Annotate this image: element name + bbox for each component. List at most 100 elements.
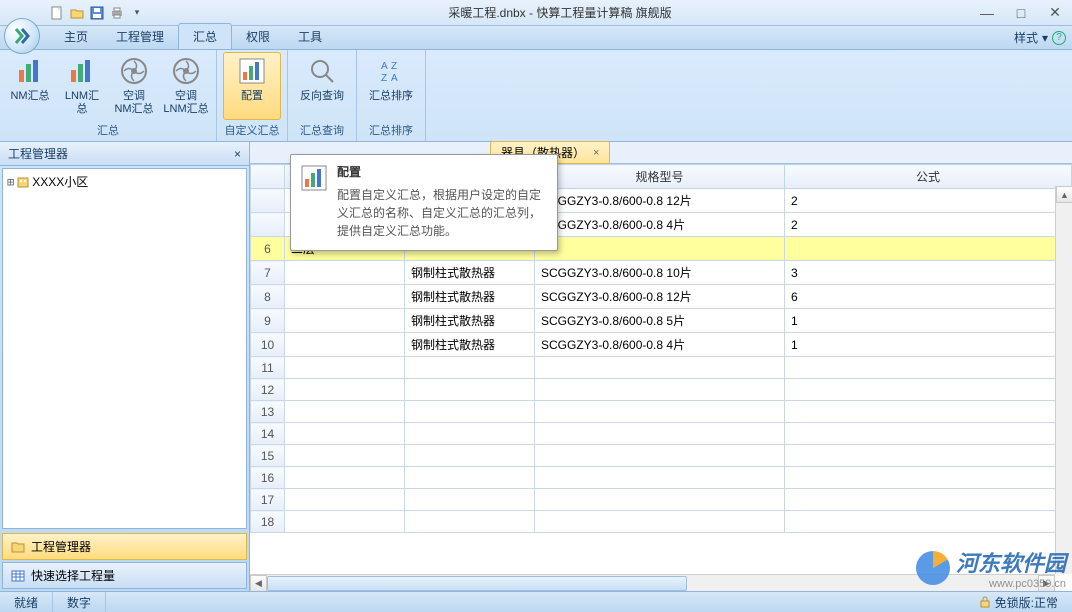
grid-cell[interactable]	[285, 333, 405, 357]
tab-project[interactable]: 工程管理	[102, 24, 178, 49]
grid-cell[interactable]	[535, 357, 785, 379]
minimize-button[interactable]: —	[970, 3, 1004, 23]
help-icon[interactable]: ?	[1052, 31, 1066, 45]
grid-cell[interactable]	[535, 467, 785, 489]
grid-cell[interactable]	[785, 357, 1072, 379]
grid-cell[interactable]: 钢制柱式散热器	[405, 261, 535, 285]
style-dropdown-icon[interactable]: ▾	[1042, 31, 1048, 45]
grid-cell[interactable]	[785, 511, 1072, 533]
grid-header-spec[interactable]: 规格型号	[535, 165, 785, 189]
grid-cell[interactable]	[405, 423, 535, 445]
grid-cell[interactable]	[285, 489, 405, 511]
grid-cell[interactable]	[785, 237, 1072, 261]
table-row[interactable]: 12	[251, 379, 1072, 401]
grid-cell[interactable]: 6	[785, 285, 1072, 309]
tab-project-manager[interactable]: 工程管理器	[2, 533, 247, 560]
grid-cell[interactable]	[285, 445, 405, 467]
grid-cell[interactable]	[405, 401, 535, 423]
save-icon[interactable]	[88, 4, 106, 22]
grid-cell[interactable]	[405, 467, 535, 489]
grid-cell[interactable]: SCGGZY3-0.8/600-0.8 12片	[535, 285, 785, 309]
table-row[interactable]: 15	[251, 445, 1072, 467]
grid-cell[interactable]	[405, 379, 535, 401]
panel-close-icon[interactable]: ×	[234, 147, 241, 161]
reverse-query-button[interactable]: 反向查询	[294, 52, 350, 120]
table-row[interactable]: 17	[251, 489, 1072, 511]
grid-cell[interactable]: 钢制柱式散热器	[405, 285, 535, 309]
lnm-summary-button[interactable]: LNM汇总	[58, 52, 106, 120]
grid-header-formula[interactable]: 公式	[785, 165, 1072, 189]
table-row[interactable]: 16	[251, 467, 1072, 489]
grid-cell[interactable]: 3	[785, 261, 1072, 285]
grid-cell[interactable]	[405, 357, 535, 379]
table-row[interactable]: 7钢制柱式散热器SCGGZY3-0.8/600-0.8 10片3	[251, 261, 1072, 285]
config-button[interactable]: 配置	[223, 52, 281, 120]
style-label[interactable]: 样式	[1014, 29, 1038, 46]
grid-cell[interactable]: 1	[785, 333, 1072, 357]
qat-dropdown-icon[interactable]: ▾	[128, 4, 146, 22]
grid-cell[interactable]	[785, 423, 1072, 445]
new-icon[interactable]	[48, 4, 66, 22]
grid-cell[interactable]	[285, 401, 405, 423]
ac-lnm-summary-button[interactable]: 空调 LNM汇总	[162, 52, 210, 120]
tab-home[interactable]: 主页	[50, 24, 102, 49]
table-row[interactable]: 8钢制柱式散热器SCGGZY3-0.8/600-0.8 12片6	[251, 285, 1072, 309]
table-row[interactable]: 10钢制柱式散热器SCGGZY3-0.8/600-0.8 4片1	[251, 333, 1072, 357]
grid-cell[interactable]: SCGGZY3-0.8/600-0.8 5片	[535, 309, 785, 333]
table-row[interactable]: 11	[251, 357, 1072, 379]
tab-tools[interactable]: 工具	[284, 24, 336, 49]
grid-cell[interactable]	[785, 467, 1072, 489]
project-tree[interactable]: ⊞ XXXX小区	[2, 168, 247, 529]
grid-cell[interactable]	[285, 467, 405, 489]
grid-cell[interactable]	[405, 489, 535, 511]
grid-cell[interactable]	[405, 511, 535, 533]
doctab-close-icon[interactable]: ×	[593, 147, 599, 159]
scroll-up-icon[interactable]: ▲	[1056, 186, 1072, 203]
grid-cell[interactable]: SCGGZY3-0.8/600-0.8 12片	[535, 189, 785, 213]
grid-cell[interactable]: 2	[785, 213, 1072, 237]
table-row[interactable]: 18	[251, 511, 1072, 533]
app-orb[interactable]	[4, 18, 40, 54]
grid-cell[interactable]	[285, 511, 405, 533]
grid-cell[interactable]	[535, 423, 785, 445]
maximize-button[interactable]: □	[1004, 3, 1038, 23]
grid-cell[interactable]: 钢制柱式散热器	[405, 333, 535, 357]
table-row[interactable]: 9钢制柱式散热器SCGGZY3-0.8/600-0.8 5片1	[251, 309, 1072, 333]
grid-cell[interactable]: 钢制柱式散热器	[405, 309, 535, 333]
sort-button[interactable]: AZZA 汇总排序	[363, 52, 419, 120]
grid-cell[interactable]	[535, 445, 785, 467]
grid-cell[interactable]: 1	[785, 309, 1072, 333]
grid-cell[interactable]	[535, 511, 785, 533]
grid-cell[interactable]	[535, 237, 785, 261]
grid-cell[interactable]: SCGGZY3-0.8/600-0.8 10片	[535, 261, 785, 285]
print-icon[interactable]	[108, 4, 126, 22]
nm-summary-button[interactable]: NM汇总	[6, 52, 54, 120]
grid-cell[interactable]	[285, 357, 405, 379]
close-button[interactable]: ✕	[1038, 3, 1072, 23]
tab-summary[interactable]: 汇总	[178, 23, 232, 49]
grid-cell[interactable]	[285, 309, 405, 333]
scroll-left-icon[interactable]: ◀	[250, 575, 267, 592]
tab-quick-select[interactable]: 快速选择工程量	[2, 562, 247, 589]
tab-permission[interactable]: 权限	[232, 24, 284, 49]
grid-cell[interactable]	[285, 379, 405, 401]
tree-node-root[interactable]: ⊞ XXXX小区	[7, 173, 242, 190]
vertical-scrollbar[interactable]: ▲	[1055, 186, 1072, 574]
table-row[interactable]: 14	[251, 423, 1072, 445]
grid-cell[interactable]	[785, 489, 1072, 511]
scroll-thumb[interactable]	[267, 576, 687, 591]
expand-icon[interactable]: ⊞	[7, 175, 14, 189]
grid-cell[interactable]: SCGGZY3-0.8/600-0.8 4片	[535, 333, 785, 357]
grid-cell[interactable]	[405, 445, 535, 467]
grid-cell[interactable]: SCGGZY3-0.8/600-0.8 4片	[535, 213, 785, 237]
grid-cell[interactable]	[285, 423, 405, 445]
grid-cell[interactable]	[785, 445, 1072, 467]
grid-cell[interactable]	[535, 489, 785, 511]
grid-cell[interactable]	[535, 401, 785, 423]
ac-nm-summary-button[interactable]: 空调 NM汇总	[110, 52, 158, 120]
grid-cell[interactable]	[285, 285, 405, 309]
grid-cell[interactable]	[285, 261, 405, 285]
grid-cell[interactable]	[785, 379, 1072, 401]
grid-cell[interactable]: 2	[785, 189, 1072, 213]
table-row[interactable]: 13	[251, 401, 1072, 423]
